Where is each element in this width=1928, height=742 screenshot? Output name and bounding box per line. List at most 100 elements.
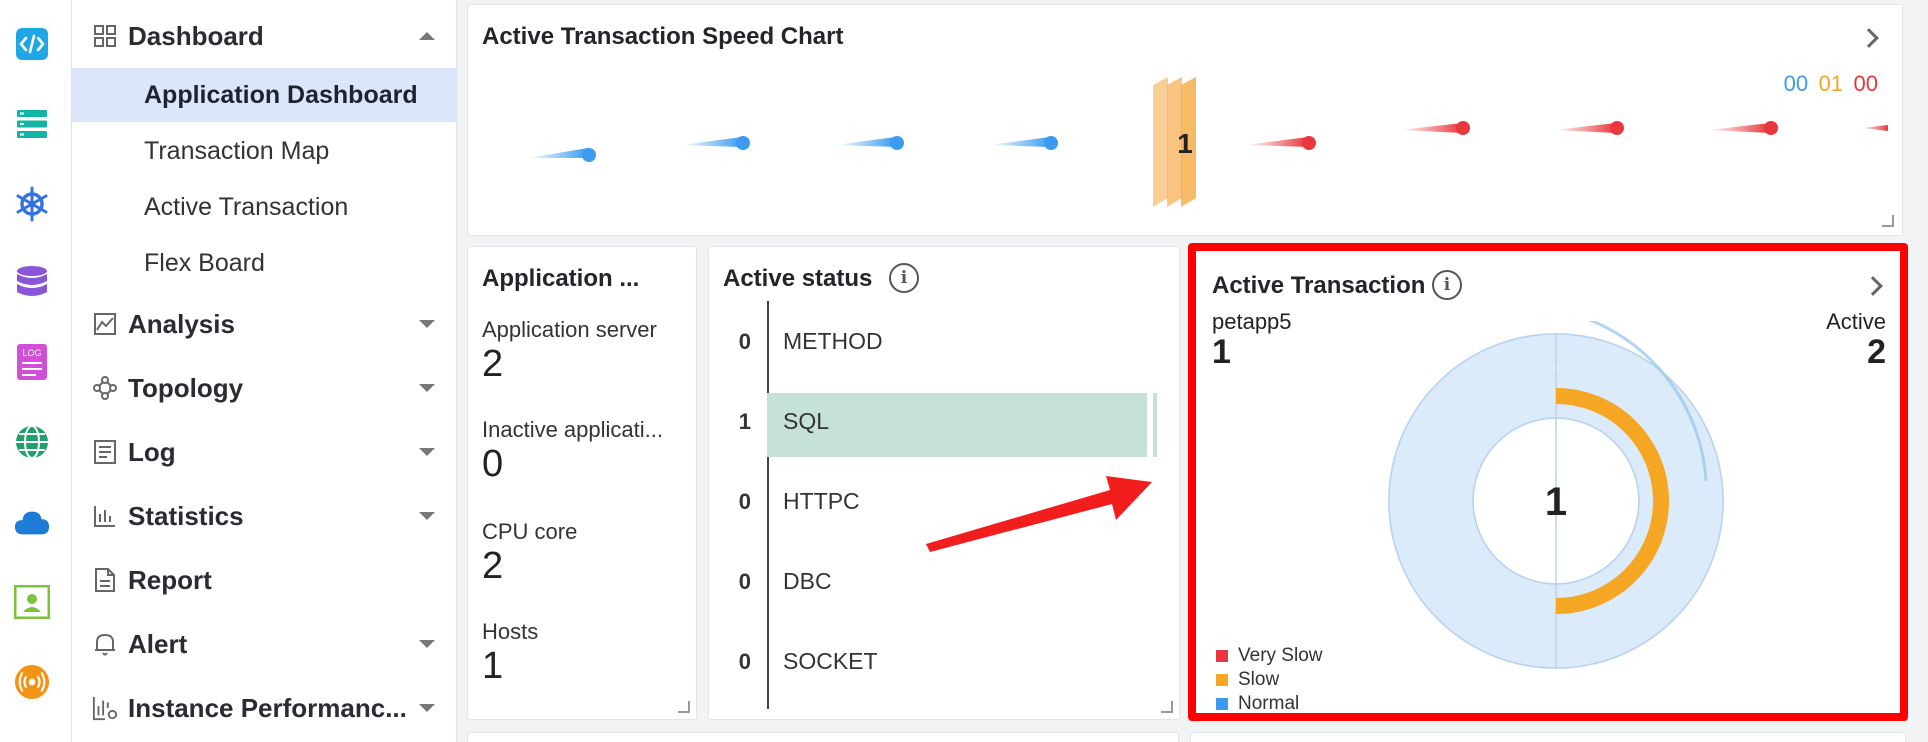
database-icon[interactable] (14, 264, 50, 300)
nav-report[interactable]: Report (72, 552, 457, 608)
speed-center-value: 1 (1177, 128, 1193, 159)
status-count: 0 (738, 329, 751, 354)
nav-sub-label: Application Dashboard (144, 80, 418, 109)
nav-sub-application-dashboard[interactable]: Application Dashboard (72, 68, 457, 122)
speed-dot-normal (989, 136, 1058, 150)
nav-statistics-label: Statistics (128, 500, 244, 531)
globe-icon[interactable] (14, 424, 50, 460)
nav-analysis[interactable]: Analysis (72, 296, 457, 352)
status-count: 1 (738, 409, 751, 434)
speed-chart-canvas: 1 (528, 77, 1888, 207)
nav-alert[interactable]: Alert (72, 616, 457, 672)
application-card-title: Application ... (482, 265, 640, 292)
app-server-value: 2 (482, 343, 504, 385)
log-icon[interactable]: LOG (14, 344, 50, 380)
speed-dot-very-slow (1400, 121, 1470, 135)
nav-instance-performance[interactable]: Instance Performanc... (72, 680, 457, 736)
chevron-down-icon (419, 512, 435, 520)
resize-handle[interactable] (1882, 215, 1894, 227)
nav-dashboard-label: Dashboard (128, 20, 264, 51)
resize-handle[interactable] (678, 701, 690, 713)
speed-dot-normal (681, 136, 750, 150)
legend-very-slow: Very Slow (1216, 645, 1322, 667)
app-name: petapp5 (1212, 309, 1292, 334)
status-row-method[interactable]: 0 METHOD (709, 301, 1169, 381)
svg-text:LOG: LOG (22, 348, 41, 358)
status-row-socket[interactable]: 0 SOCKET (709, 621, 1169, 701)
nav-statistics[interactable]: Statistics (72, 488, 457, 544)
analysis-chart-icon (92, 311, 118, 337)
status-label: DBC (783, 568, 832, 594)
bar-chart-icon (92, 503, 118, 529)
nav-instance-performance-label: Instance Performanc... (128, 692, 407, 723)
legend-normal: Normal (1216, 693, 1299, 715)
speed-dot-very-slow (1708, 121, 1778, 135)
broadcast-icon[interactable] (14, 664, 50, 700)
legend-label: Very Slow (1238, 645, 1323, 666)
topology-icon (92, 375, 118, 401)
code-icon[interactable] (14, 26, 50, 62)
nav-sub-label: Transaction Map (144, 136, 330, 165)
bell-icon (92, 631, 118, 657)
nav-analysis-label: Analysis (128, 308, 235, 339)
status-label: SQL (783, 408, 830, 434)
resize-handle[interactable] (1161, 701, 1173, 713)
chevron-down-icon (419, 384, 435, 392)
legend-swatch (1216, 650, 1228, 662)
nav-sub-transaction-map[interactable]: Transaction Map (72, 124, 457, 178)
next-card-right (1190, 732, 1906, 742)
cloud-icon[interactable] (14, 504, 50, 540)
speed-chart-title: Active Transaction Speed Chart (482, 23, 844, 50)
profile-card-icon[interactable] (14, 584, 50, 620)
server-list-icon[interactable] (14, 106, 50, 142)
icon-rail: LOG (0, 0, 72, 742)
speed-dot-very-slow (1862, 125, 1888, 131)
nav-sub-active-transaction[interactable]: Active Transaction (72, 180, 457, 234)
next-card-left (467, 732, 1179, 742)
instance-perf-icon (92, 695, 118, 721)
status-label: METHOD (783, 328, 883, 354)
chevron-right-icon[interactable] (1863, 276, 1883, 296)
legend-label: Slow (1238, 669, 1280, 690)
nav-report-label: Report (128, 564, 212, 595)
nav-log-label: Log (128, 436, 176, 467)
active-label: Active (1826, 309, 1886, 334)
active-transaction-title: Active Transaction (1212, 272, 1426, 299)
active-donut: 1 (1388, 321, 1724, 669)
status-count: 0 (738, 569, 751, 594)
nav-log[interactable]: Log (72, 424, 457, 480)
nav-topology[interactable]: Topology (72, 360, 457, 416)
speed-dot-very-slow (1246, 136, 1316, 150)
nav-sub-flex-board[interactable]: Flex Board (72, 236, 457, 290)
annotation-arrow (926, 476, 1152, 552)
log-doc-icon (92, 439, 118, 465)
app-active-count: 1 (1212, 333, 1231, 371)
hosts-label: Hosts (482, 619, 539, 644)
chevron-right-icon[interactable] (1859, 28, 1879, 48)
legend-slow: Slow (1216, 669, 1279, 691)
cpu-core-label: CPU core (482, 519, 578, 544)
donut-center-value: 1 (1545, 480, 1567, 524)
status-bar-edge (1153, 393, 1157, 457)
kubernetes-icon[interactable] (14, 186, 50, 222)
info-icon[interactable]: i (1432, 270, 1462, 300)
speed-dot-normal (528, 148, 596, 162)
nav-sidebar: Dashboard Application Dashboard Transact… (72, 0, 457, 742)
chevron-up-icon (419, 32, 435, 40)
hosts-value: 1 (482, 645, 504, 687)
info-icon[interactable]: i (889, 263, 919, 293)
inactive-app-label: Inactive applicati... (482, 417, 663, 442)
status-count: 0 (738, 489, 751, 514)
status-count: 0 (738, 649, 751, 674)
legend-label: Normal (1238, 693, 1300, 714)
active-transaction-card: Active Transaction i petapp5 1 Active 2 … (1188, 243, 1908, 721)
nav-sub-label: Flex Board (144, 248, 265, 277)
status-row-sql[interactable]: 1 SQL (709, 381, 1169, 461)
nav-alert-label: Alert (128, 628, 188, 659)
status-label: SOCKET (783, 648, 878, 674)
app-server-label: Application server (482, 317, 657, 342)
status-label: HTTPC (783, 488, 860, 514)
speed-dot-very-slow (1554, 121, 1624, 135)
active-total: 2 (1867, 333, 1886, 371)
nav-dashboard[interactable]: Dashboard (72, 8, 457, 64)
